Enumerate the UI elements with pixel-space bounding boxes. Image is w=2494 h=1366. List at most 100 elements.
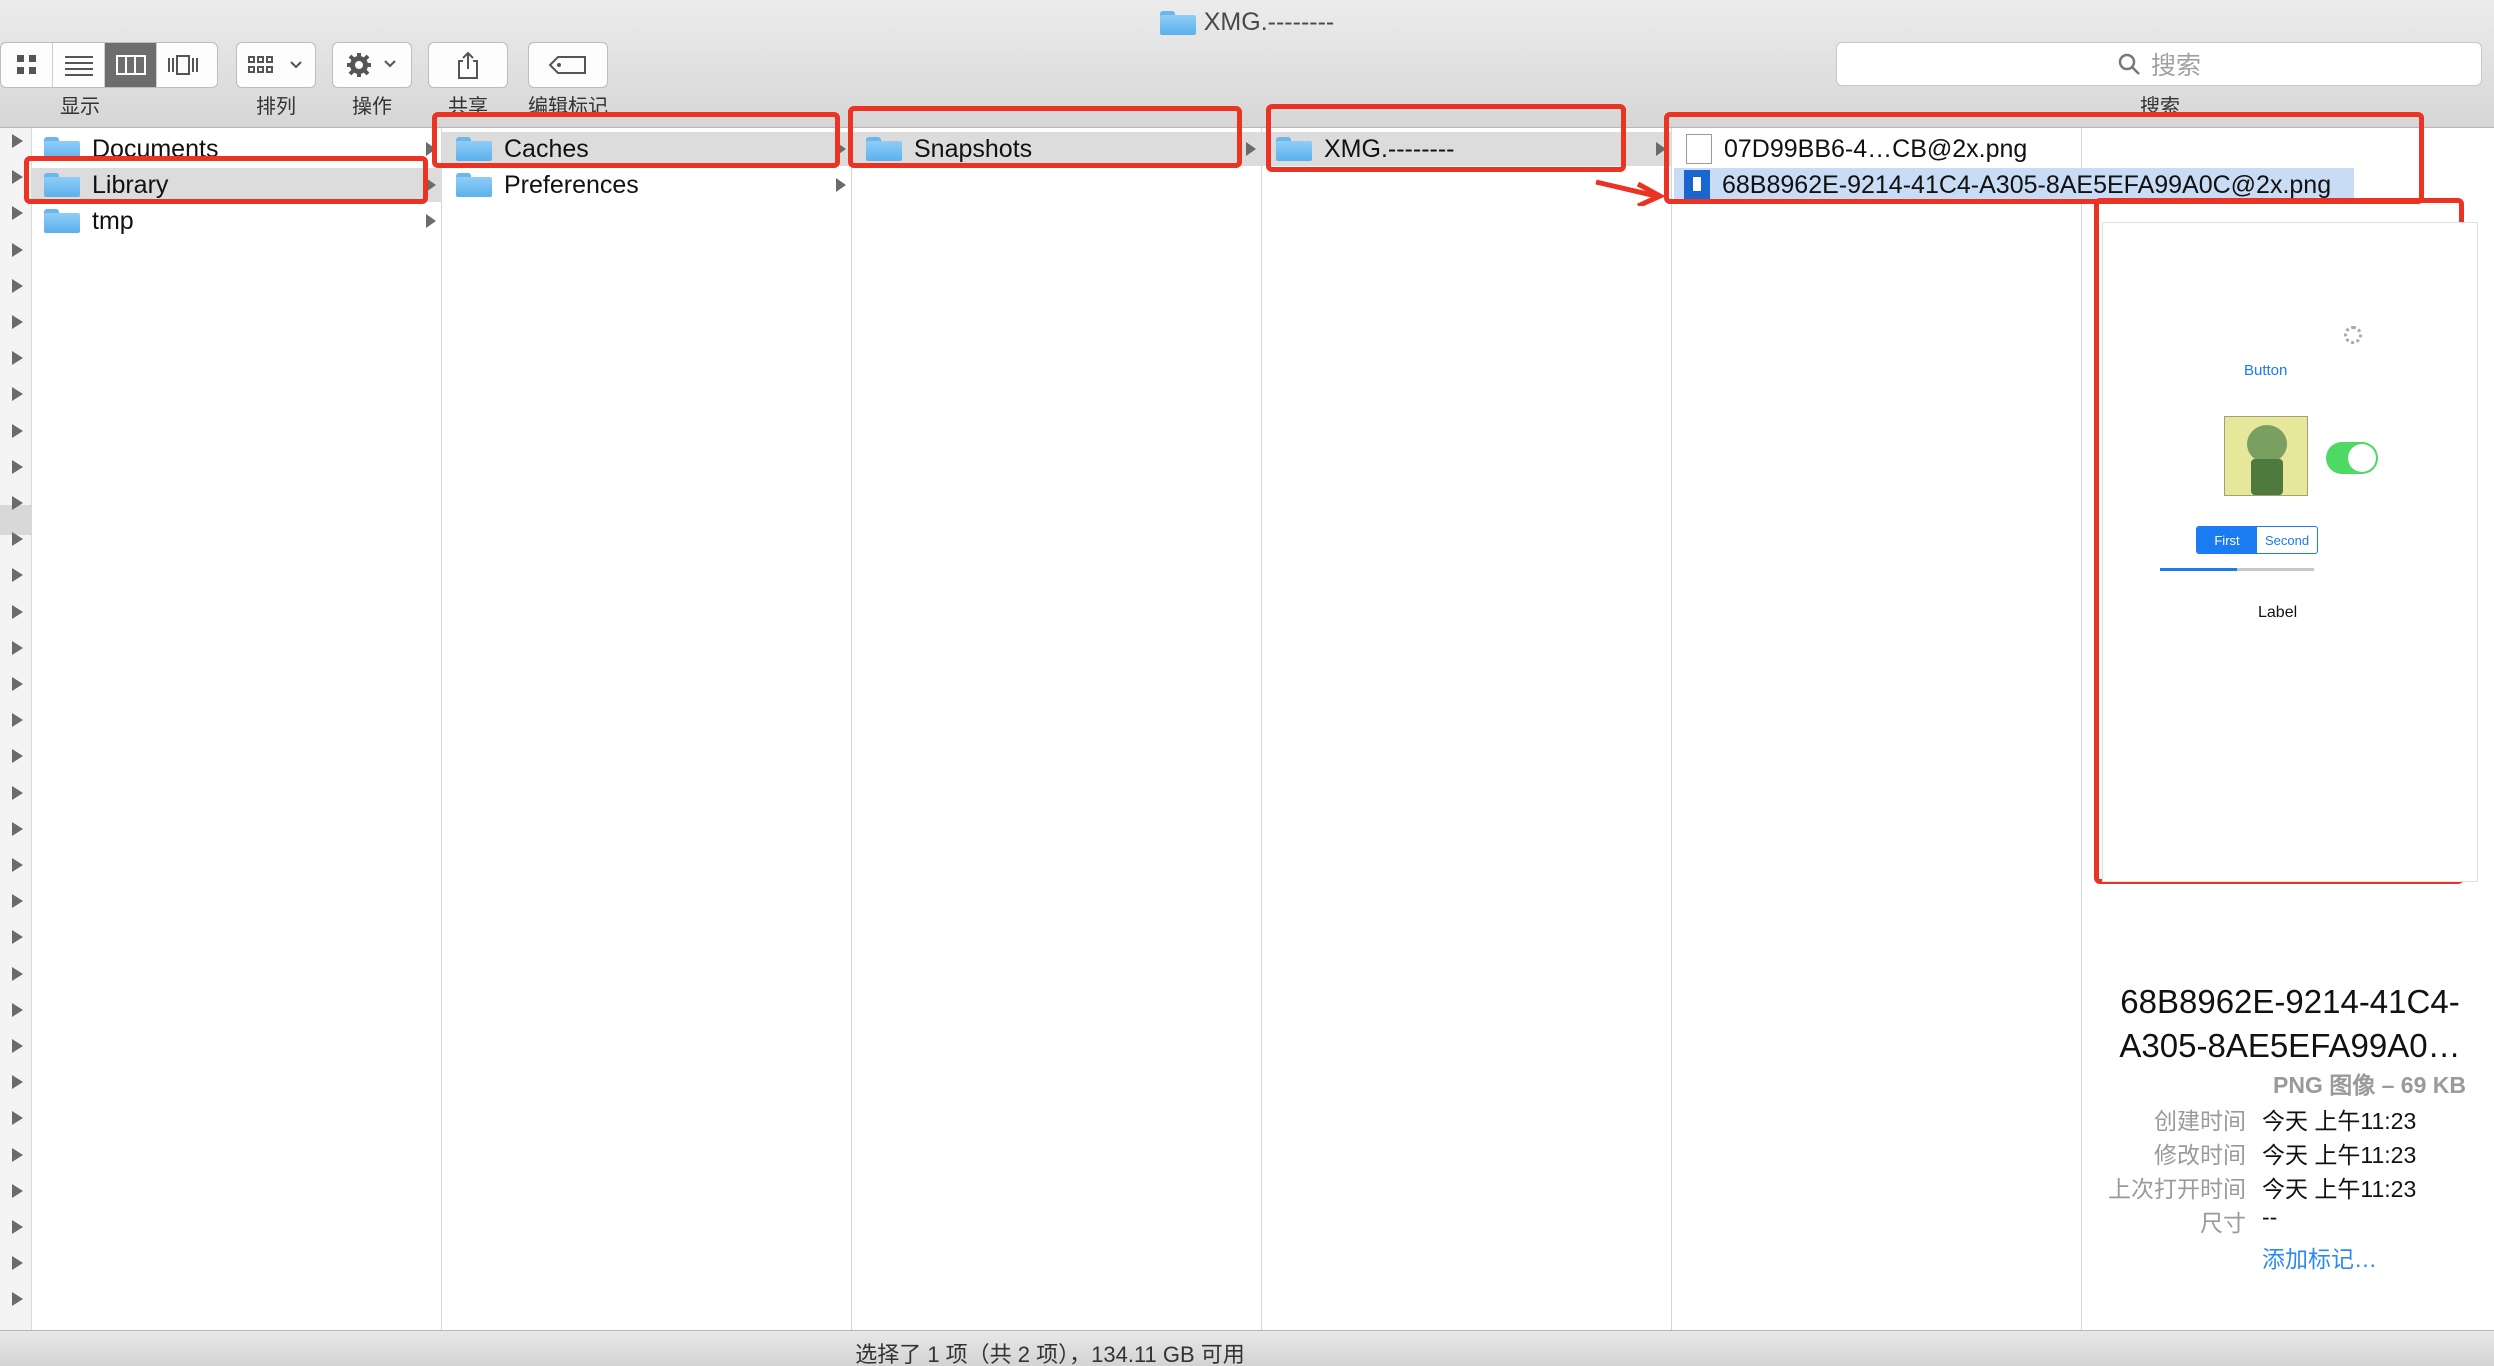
icon-view-button[interactable] [1,43,53,87]
column-view-button[interactable] [105,43,157,87]
activity-indicator-icon [2344,326,2362,344]
disclosure-triangle-icon[interactable] [12,278,23,293]
share-button[interactable] [428,42,508,88]
annotation-box-caches [432,112,840,168]
disclosure-triangle-icon[interactable] [12,604,23,619]
disclosure-triangle-icon[interactable] [12,713,23,728]
disclosure-triangle-icon[interactable] [12,930,23,945]
disclosure-triangle-icon[interactable] [12,894,23,909]
info-key: 修改时间 [2154,1142,2246,1168]
info-value: 今天 上午11:23 [2262,1108,2417,1134]
disclosure-triangle-icon[interactable] [12,1183,23,1198]
folder-icon [1159,11,1196,36]
list-icon [64,56,93,76]
info-value: 今天 上午11:23 [2262,1176,2417,1202]
folder-row-preferences[interactable]: Preferences [442,168,852,202]
info-value: 今天 上午11:23 [2262,1142,2417,1168]
disclosure-triangle-icon[interactable] [12,496,23,510]
disclosure-triangle-icon[interactable] [12,1292,23,1307]
preview-switch [2326,442,2378,474]
disclosure-triangle-icon[interactable] [12,351,23,366]
preview-progress-bar [2160,568,2314,571]
preview-button-label: Button [2244,362,2288,379]
disclosure-triangle-icon[interactable] [12,1220,23,1234]
disclosure-triangle-icon[interactable] [12,242,23,257]
switch-knob [2348,444,2376,472]
search-field[interactable]: 搜索 [1836,42,2482,86]
arrange-button[interactable] [236,42,316,88]
column-2: Caches Preferences [442,128,852,1330]
edit-tags-button[interactable] [528,42,608,88]
file-info-name: 68B8962E-9214-41C4- A305-8AE5EFA99A0… [2090,980,2490,1068]
arrange-label: 排列 [256,96,296,118]
view-mode-control [0,42,218,88]
action-button[interactable] [332,42,412,88]
disclosure-triangle-icon[interactable] [12,423,23,438]
disclosure-triangle-icon[interactable] [12,749,23,764]
edit-tags-button-content [529,43,607,87]
info-row-created: 创建时间 今天 上午11:23 [2090,1102,2490,1134]
folder-icon [456,173,492,197]
disclosure-arrow-icon [1246,142,1256,156]
disclosure-triangle-icon[interactable] [12,387,23,402]
finder-window: XMG.-------- 显示 排列 操作 共享 编辑标记 搜索 搜索 Docu… [0,0,2494,1366]
info-key: 创建时间 [2154,1108,2246,1134]
segment-second: Second [2264,532,2310,548]
disclosure-triangle-icon[interactable] [12,858,23,872]
disclosure-triangle-icon[interactable] [12,459,23,474]
column-1: Documents Library tmp [32,128,442,1330]
file-kind-size: PNG 图像 – 69 KB [2273,1072,2466,1098]
add-tags-link[interactable]: 添加标记… [2262,1240,2377,1274]
sidebar-gutter [0,128,32,1330]
disclosure-triangle-icon[interactable] [12,677,23,691]
info-key: 尺寸 [2200,1210,2246,1236]
status-text: 选择了 1 项（共 2 项），134.11 GB 可用 [855,1342,1245,1366]
disclosure-triangle-icon[interactable] [12,640,23,655]
progress-fill [2160,568,2237,571]
folder-row-tmp[interactable]: tmp [32,204,442,238]
disclosure-triangle-icon[interactable] [12,134,23,148]
search-placeholder: 搜索 [2150,52,2201,80]
column-3: Snapshots [852,128,1262,1330]
disclosure-arrow-icon [836,178,846,192]
columns-icon [115,55,146,75]
red-arrow-icon [1595,179,1666,206]
action-label: 操作 [352,96,392,118]
disclosure-triangle-icon[interactable] [12,1002,23,1017]
column-5: 07D99BB6-4…CB@2x.png 68B8962E-9214-41C4-… [1672,128,2354,1330]
disclosure-arrow-icon [426,214,436,228]
list-view-button[interactable] [53,43,105,87]
disclosure-triangle-icon[interactable] [12,1075,23,1090]
file-name-line-1: 68B8962E-9214-41C4- [2120,983,2460,1020]
folder-name: Preferences [504,170,639,199]
disclosure-triangle-icon[interactable] [12,532,23,547]
disclosure-triangle-icon[interactable] [12,966,23,981]
disclosure-triangle-icon[interactable] [12,1039,23,1053]
disclosure-triangle-icon[interactable] [12,568,23,583]
arrange-grid-icon [248,56,302,73]
arrange-button-content [237,43,315,87]
disclosure-triangle-icon[interactable] [12,1111,23,1126]
grid-icon [16,55,36,74]
info-value: -- [2262,1204,2278,1230]
character-icon [2247,425,2287,463]
info-key: 上次打开时间 [2108,1176,2246,1202]
folder-name: tmp [92,206,134,235]
disclosure-triangle-icon[interactable] [12,785,23,800]
tag-icon [548,56,586,74]
gear-icon [347,53,396,77]
disclosure-triangle-icon[interactable] [12,1147,23,1162]
disclosure-triangle-icon[interactable] [12,821,23,836]
annotation-box-xmg [1266,104,1626,172]
coverflow-view-button[interactable] [157,43,209,87]
info-row-modified: 修改时间 今天 上午11:23 [2090,1136,2490,1168]
coverflow-icon [168,55,198,75]
disclosure-triangle-icon[interactable] [12,1256,23,1271]
preview-segmented-control: First Second [2196,526,2318,554]
disclosure-triangle-icon[interactable] [12,315,23,329]
disclosure-triangle-icon[interactable] [12,170,23,185]
annotation-box-library [24,156,428,204]
preview-label: Label [2258,604,2298,621]
info-row-opened: 上次打开时间 今天 上午11:23 [2090,1170,2490,1202]
disclosure-triangle-icon[interactable] [12,206,23,221]
